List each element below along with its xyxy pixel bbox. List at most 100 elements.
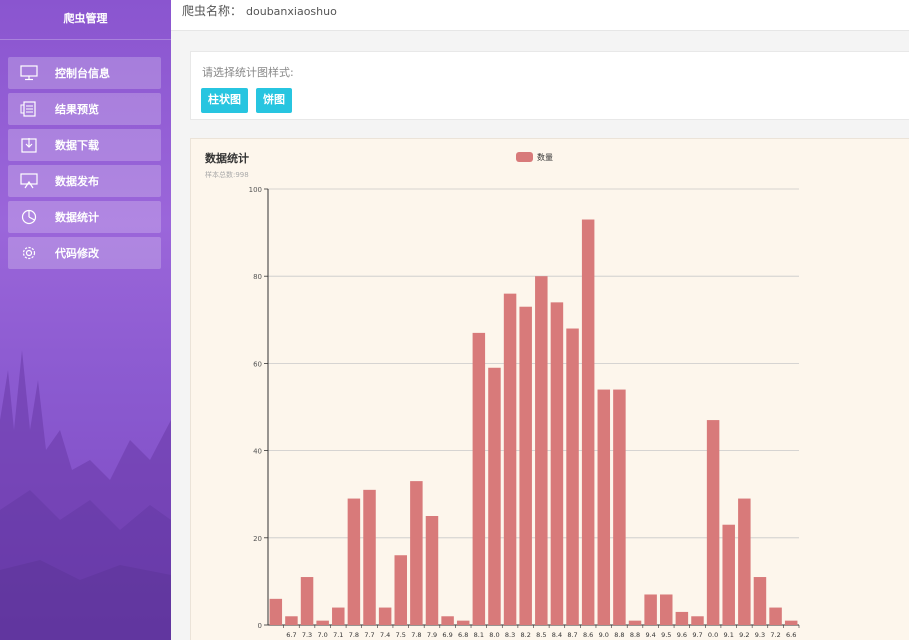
x-tick-label: 0.0 <box>708 631 718 639</box>
x-tick-label: 8.8 <box>614 631 624 639</box>
x-tick-label: 6.6 <box>786 631 796 639</box>
y-tick-label: 20 <box>253 535 262 543</box>
crawler-name-label: 爬虫名称： <box>182 4 243 18</box>
chart-type-panel: 请选择统计图样式: 柱状图 饼图 <box>190 51 909 120</box>
bar <box>285 616 298 625</box>
sidebar-item-console[interactable]: 控制台信息 <box>8 57 161 89</box>
x-tick-label: 8.8 <box>630 631 640 639</box>
bar <box>269 598 283 625</box>
x-tick-label: 7.9 <box>427 631 437 639</box>
x-tick-label: 9.3 <box>755 631 765 639</box>
bar-chart: 数据统计样本总数:998 数量 0 20 40 60 80 100 6.7 7.3 7.0 7.1 7.… <box>205 151 800 639</box>
sidebar-nav: 控制台信息 结果预览 数据下载 数据发布 数据统计 代码修改 <box>0 57 171 269</box>
bar <box>566 328 579 625</box>
bar <box>456 620 470 625</box>
bar-chart-button[interactable]: 柱状图 <box>201 88 248 113</box>
bar <box>425 516 439 625</box>
legend-label: 数量 <box>537 152 553 162</box>
sidebar-item-data-download[interactable]: 数据下载 <box>8 129 161 161</box>
forest-background-image <box>0 350 171 640</box>
x-tick-label: 7.7 <box>364 631 374 639</box>
legend-swatch <box>516 152 533 162</box>
bar <box>472 332 486 625</box>
x-tick-label: 7.8 <box>349 631 359 639</box>
pie-chart-button[interactable]: 饼图 <box>256 88 292 113</box>
x-tick-label: 9.4 <box>645 631 655 639</box>
sidebar-item-label: 数据下载 <box>55 139 99 152</box>
bar <box>660 594 673 625</box>
x-tick-label: 8.3 <box>505 631 515 639</box>
y-tick-label: 40 <box>253 448 262 456</box>
bar <box>519 306 532 625</box>
x-tick-label: 8.7 <box>567 631 577 639</box>
bar <box>581 219 595 625</box>
bar <box>378 607 392 625</box>
x-tick-label: 7.0 <box>317 631 327 639</box>
x-tick-label: 8.2 <box>521 631 531 639</box>
sidebar-item-data-publish[interactable]: 数据发布 <box>8 165 161 197</box>
x-tick-label: 6.7 <box>286 631 296 639</box>
chart-title: 数据统计 <box>205 151 249 165</box>
x-tick-label: 8.0 <box>489 631 499 639</box>
y-tick-label: 60 <box>253 360 262 368</box>
bar <box>613 389 626 625</box>
bar <box>332 607 345 625</box>
sidebar-item-code-edit[interactable]: 代码修改 <box>8 237 161 269</box>
chart-subtitle: 样本总数:998 <box>205 170 249 179</box>
x-tick-label: 9.5 <box>661 631 671 639</box>
x-tick-label: 7.2 <box>770 631 780 639</box>
sidebar-item-label: 数据发布 <box>55 175 99 188</box>
sidebar: 爬虫管理 控制台信息 结果预览 数据下载 数据发布 数据统计 代码修改 <box>0 0 171 640</box>
x-tick-label: 6.9 <box>442 631 452 639</box>
bar <box>535 276 548 625</box>
x-tick-label: 9.6 <box>677 631 687 639</box>
bar <box>784 620 798 625</box>
bar <box>597 389 611 625</box>
document-list-icon <box>18 99 40 119</box>
x-tick-label: 9.2 <box>739 631 749 639</box>
y-tick-label: 0 <box>258 622 262 630</box>
chart-panel: 数据统计 样本总数:998 数量 0 20 40 60 80 100 6.7 7.3 7.0 7.1 7.… <box>190 138 909 640</box>
sidebar-title: 爬虫管理 <box>0 0 171 40</box>
chart-type-prompt: 请选择统计图样式: <box>202 66 294 79</box>
sidebar-item-data-statistics[interactable]: 数据统计 <box>8 201 161 233</box>
x-tick-label: 7.3 <box>302 631 312 639</box>
publish-screen-icon <box>18 171 40 191</box>
x-tick-label: 8.4 <box>552 631 562 639</box>
sidebar-item-results-preview[interactable]: 结果预览 <box>8 93 161 125</box>
bar <box>738 498 751 625</box>
x-tick-label: 7.8 <box>411 631 421 639</box>
x-tick-label: 8.5 <box>536 631 546 639</box>
bar <box>300 577 314 625</box>
bar <box>550 302 564 625</box>
pie-chart-icon <box>18 207 40 227</box>
x-tick-label: 6.8 <box>458 631 468 639</box>
sidebar-item-label: 控制台信息 <box>55 67 110 80</box>
bar <box>769 607 782 625</box>
main-content: 爬虫名称： doubanxiaoshuo 请选择统计图样式: 柱状图 饼图 数据统… <box>171 0 909 640</box>
x-tick-label: 8.6 <box>583 631 593 639</box>
y-tick-label: 100 <box>249 186 262 194</box>
bar <box>722 524 735 625</box>
x-tick-label: 9.0 <box>599 631 609 639</box>
bar <box>441 616 454 625</box>
x-tick-label: 7.4 <box>380 631 390 639</box>
x-tick-label: 8.1 <box>474 631 484 639</box>
bar <box>628 620 642 625</box>
bar <box>316 620 329 625</box>
bar <box>753 577 767 625</box>
monitor-icon <box>18 63 40 83</box>
bar <box>644 594 657 625</box>
x-tick-label: 9.1 <box>724 631 734 639</box>
sidebar-item-label: 结果预览 <box>55 103 99 116</box>
y-tick-label: 80 <box>253 273 262 281</box>
crawler-name-value: doubanxiaoshuo <box>246 5 337 18</box>
bar <box>410 481 423 625</box>
bar <box>394 555 407 625</box>
bar <box>706 420 720 625</box>
bar <box>503 293 517 625</box>
bar <box>691 616 704 625</box>
sidebar-item-label: 数据统计 <box>55 211 99 224</box>
sidebar-item-label: 代码修改 <box>55 247 99 260</box>
x-tick-label: 7.5 <box>396 631 406 639</box>
